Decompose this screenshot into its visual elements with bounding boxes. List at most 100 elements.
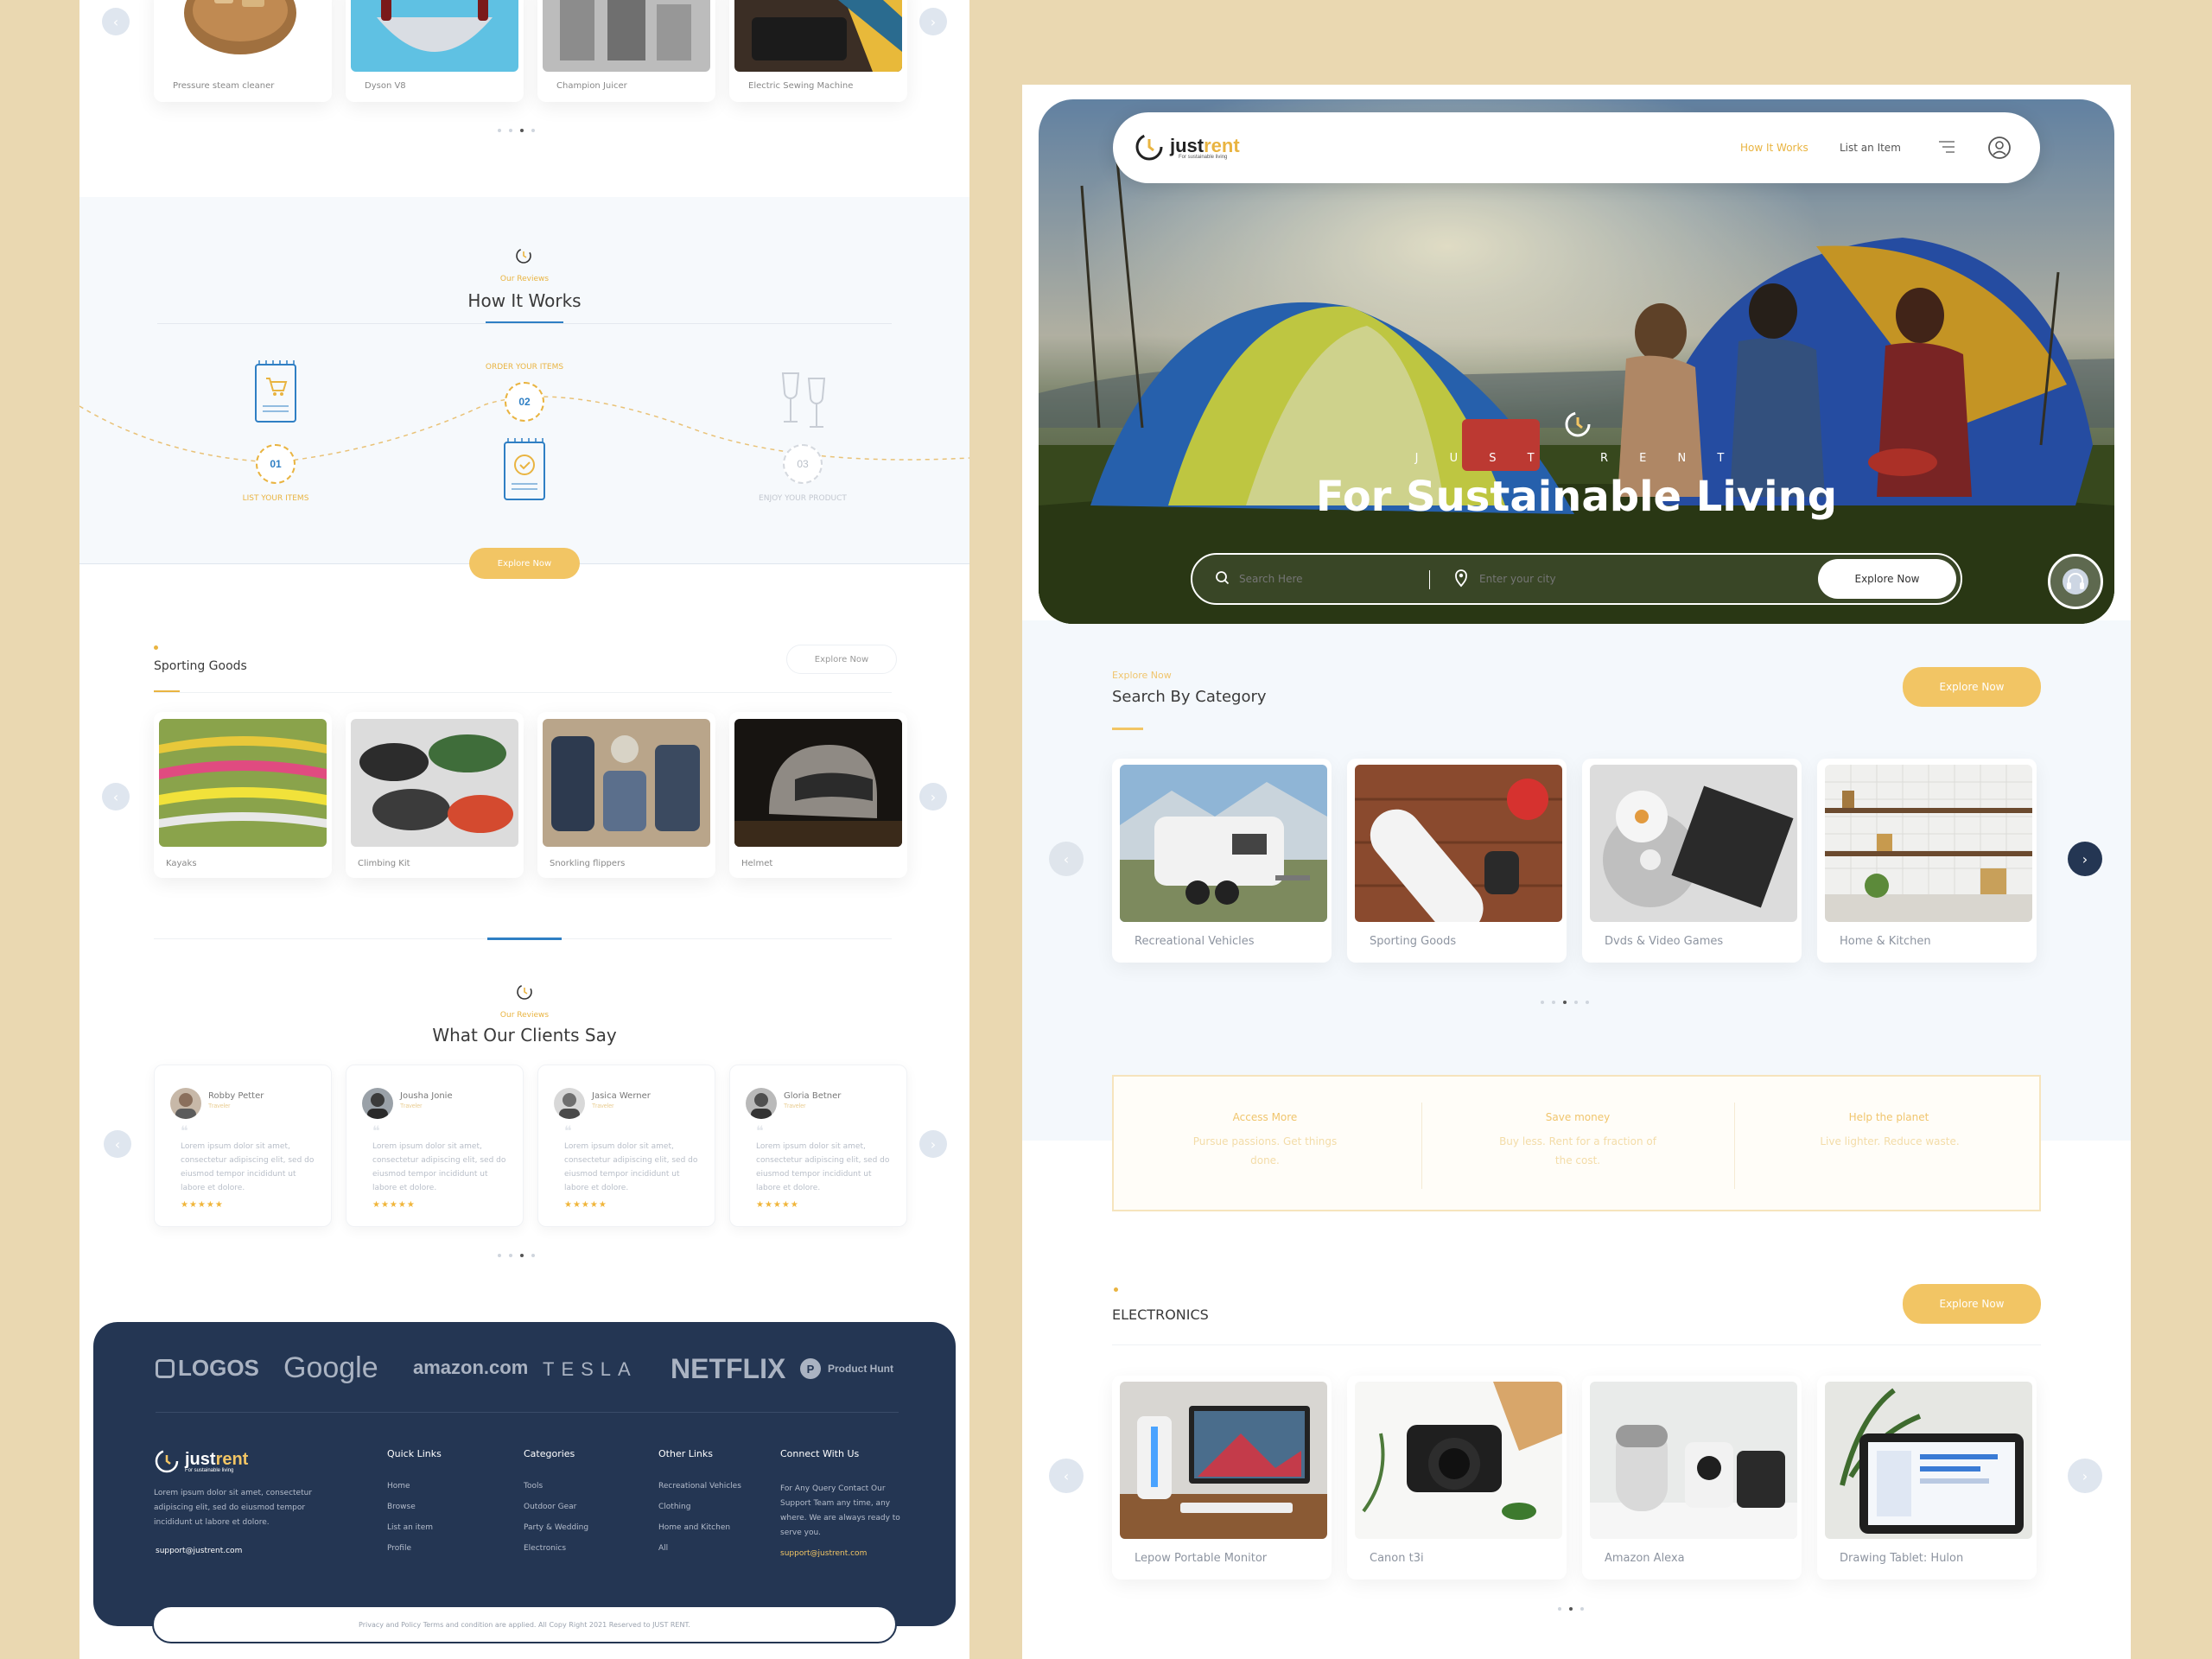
- product-card[interactable]: Drawing Tablet: Hulon: [1817, 1376, 2037, 1580]
- review-card: Gloria Betner Traveler ❝ Lorem ipsum dol…: [729, 1065, 907, 1227]
- category-caption: Home & Kitchen: [1840, 935, 1931, 948]
- footer-link[interactable]: Browse: [387, 1503, 442, 1511]
- footer-link[interactable]: Home: [387, 1482, 442, 1491]
- carousel-prev-button[interactable]: ‹: [104, 1130, 131, 1158]
- footer-link[interactable]: Electronics: [524, 1544, 588, 1553]
- feature-text: Buy less. Rent for a fraction of the cos…: [1499, 1135, 1656, 1166]
- footer-link[interactable]: Recreational Vehicles: [658, 1482, 741, 1491]
- brand-google-logo: Google: [283, 1351, 378, 1384]
- carousel-dots[interactable]: [1541, 1001, 1589, 1004]
- footer-link[interactable]: Party & Wedding: [524, 1523, 588, 1532]
- footer-link[interactable]: Home and Kitchen: [658, 1523, 741, 1532]
- footer: LOGOS Google amazon.com TESLA NETFLIX PP…: [93, 1322, 956, 1626]
- nav-logo[interactable]: justrent For sustainable living: [1134, 131, 1240, 162]
- product-card[interactable]: Electric Sewing Machine: [729, 0, 907, 102]
- carousel-dots[interactable]: [498, 1254, 535, 1257]
- explore-now-button[interactable]: Explore Now: [1903, 1284, 2041, 1324]
- product-card[interactable]: Amazon Alexa: [1582, 1376, 1802, 1580]
- carousel-next-button[interactable]: ›: [919, 8, 947, 35]
- right-page-mockup: justrent For sustainable living How It W…: [1022, 85, 2131, 1659]
- hero-kicker: J U S T R E N T: [1414, 452, 1738, 465]
- reviewer-role: Traveler: [400, 1103, 423, 1109]
- section-kicker: Our Reviews: [499, 275, 550, 283]
- clock-logo-icon: [155, 1449, 179, 1473]
- footer-logo[interactable]: justrent For sustainable living: [154, 1448, 248, 1474]
- carousel-next-button[interactable]: ›: [2068, 842, 2102, 876]
- user-account-icon[interactable]: [1987, 136, 2012, 160]
- connect-email-link[interactable]: support@justrent.com: [780, 1549, 901, 1558]
- carousel-next-button[interactable]: ›: [919, 783, 947, 810]
- footer-link[interactable]: All: [658, 1544, 741, 1553]
- clock-logo-icon: [1562, 409, 1593, 440]
- carousel-next-button[interactable]: ›: [919, 1130, 947, 1158]
- carousel-dots[interactable]: [498, 129, 535, 132]
- feature-title: Help the planet: [1848, 1111, 1929, 1123]
- quote-icon: ❝: [756, 1124, 764, 1139]
- product-card[interactable]: Helmet: [729, 712, 907, 878]
- product-card[interactable]: Lepow Portable Monitor: [1112, 1376, 1332, 1580]
- product-card[interactable]: Canon t3i: [1347, 1376, 1567, 1580]
- wine-glasses-icon: [776, 370, 833, 434]
- category-card[interactable]: Dvds & Video Games: [1582, 759, 1802, 963]
- accent-dot: [1114, 1287, 1118, 1292]
- product-card[interactable]: Climbing Kit: [346, 712, 524, 878]
- carousel-prev-button[interactable]: ‹: [1049, 1459, 1084, 1493]
- features-panel: Access More Pursue passions. Get things …: [1112, 1075, 2041, 1211]
- carousel-prev-button[interactable]: ‹: [102, 8, 130, 35]
- star-rating: ★★★★★: [564, 1200, 607, 1210]
- footer-link[interactable]: Clothing: [658, 1503, 741, 1511]
- helmet-image: [734, 719, 902, 847]
- footer-link[interactable]: List an item: [387, 1523, 442, 1532]
- kitchen-image: [1825, 765, 2032, 922]
- explore-now-button[interactable]: Explore Now: [786, 645, 897, 674]
- gaming-pc-image: [1120, 1382, 1327, 1539]
- carousel-next-button[interactable]: ›: [2068, 1459, 2102, 1493]
- review-card: Jasica Werner Traveler ❝ Lorem ipsum dol…: [537, 1065, 715, 1227]
- top-nav: justrent For sustainable living How It W…: [1113, 112, 2040, 183]
- explore-now-button[interactable]: Explore Now: [1903, 667, 2041, 707]
- category-caption: Sporting Goods: [1370, 935, 1457, 948]
- explore-now-button[interactable]: Explore Now: [469, 548, 580, 579]
- dvd-mockup-image: [1590, 765, 1797, 922]
- search-input[interactable]: [1239, 567, 1421, 591]
- support-headset-button[interactable]: [2048, 554, 2103, 609]
- product-card[interactable]: Pressure steam cleaner: [154, 0, 332, 102]
- carousel-prev-button[interactable]: ‹: [102, 783, 130, 810]
- category-card[interactable]: Home & Kitchen: [1817, 759, 2037, 963]
- product-caption: Dyson V8: [365, 81, 406, 91]
- step-label: ORDER YOUR ITEMS: [485, 363, 564, 372]
- product-caption: Drawing Tablet: Hulon: [1840, 1552, 1964, 1565]
- nav-link-how-it-works[interactable]: How It Works: [1740, 142, 1808, 154]
- hero-explore-button[interactable]: Explore Now: [1818, 559, 1956, 599]
- kayaks-image: [159, 719, 327, 847]
- product-card[interactable]: Champion Juicer: [537, 0, 715, 102]
- section-title: How It Works: [467, 290, 582, 311]
- menu-icon[interactable]: [1937, 138, 1956, 156]
- footer-link[interactable]: Profile: [387, 1544, 442, 1553]
- footer-email-link[interactable]: support@justrent.com: [156, 1547, 242, 1555]
- carousel-prev-button[interactable]: ‹: [1049, 842, 1084, 876]
- bread-board-image: [180, 0, 301, 69]
- product-card[interactable]: Dyson V8: [346, 0, 524, 102]
- product-card[interactable]: Snorkling flippers: [537, 712, 715, 878]
- product-caption: Climbing Kit: [358, 859, 410, 868]
- footer-col: Other Links Recreational Vehicles Clothi…: [658, 1448, 741, 1565]
- product-card[interactable]: Kayaks: [154, 712, 332, 878]
- footer-link[interactable]: Outdoor Gear: [524, 1503, 588, 1511]
- nav-link-list-item[interactable]: List an Item: [1840, 142, 1901, 154]
- snowboard-image: [1355, 765, 1562, 922]
- reviewer-name: Gloria Betner: [784, 1091, 842, 1101]
- city-input[interactable]: [1479, 567, 1738, 591]
- carousel-dots[interactable]: [1558, 1607, 1584, 1611]
- category-card[interactable]: Recreational Vehicles: [1112, 759, 1332, 963]
- clock-logo-icon: [515, 247, 532, 264]
- category-card[interactable]: Sporting Goods: [1347, 759, 1567, 963]
- footer-link[interactable]: Tools: [524, 1482, 588, 1491]
- logo-text-accent: rent: [215, 1449, 249, 1469]
- avatar: [554, 1088, 585, 1119]
- logo-text-accent: rent: [1204, 134, 1240, 156]
- logo-text: just: [185, 1449, 216, 1469]
- footer-about: Lorem ipsum dolor sit amet, consectetur …: [154, 1489, 313, 1527]
- divider: [157, 323, 892, 324]
- footer-col-heading: Categories: [524, 1448, 575, 1459]
